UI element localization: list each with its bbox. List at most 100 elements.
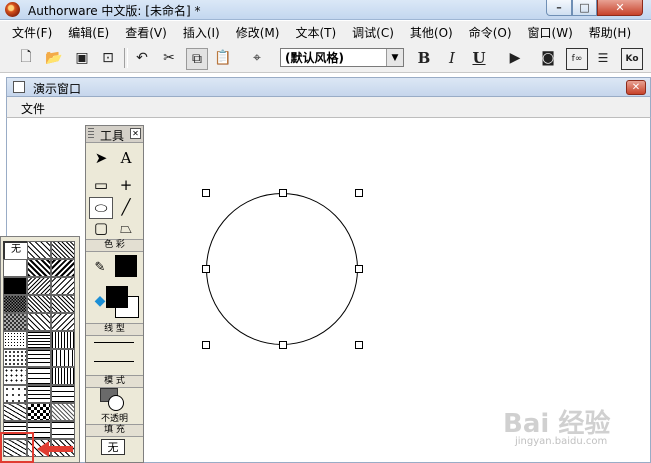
window-icon xyxy=(13,81,25,93)
run-icon[interactable]: ▶ xyxy=(505,48,525,68)
fill-pattern[interactable] xyxy=(51,277,75,295)
close-icon[interactable]: ✕ xyxy=(130,128,141,139)
control-panel-icon[interactable]: ◙ xyxy=(538,48,558,68)
selection-handle[interactable] xyxy=(355,265,363,273)
style-select[interactable]: (默认风格) ▼ xyxy=(280,48,404,67)
selection-handle[interactable] xyxy=(202,341,210,349)
fill-pattern[interactable] xyxy=(51,367,75,385)
fill-pattern[interactable] xyxy=(51,421,75,439)
chevron-down-icon[interactable]: ▼ xyxy=(386,49,403,66)
fill-pattern[interactable] xyxy=(27,295,51,313)
selection-handle[interactable] xyxy=(355,189,363,197)
cut-icon[interactable]: ✂ xyxy=(159,48,179,68)
fill-pattern[interactable] xyxy=(27,313,51,331)
presentation-menu-file[interactable]: 文件 xyxy=(21,100,45,117)
minimize-button[interactable]: – xyxy=(546,0,572,16)
fill-pattern[interactable] xyxy=(27,349,51,367)
fill-pattern[interactable] xyxy=(3,331,27,349)
fill-pattern[interactable] xyxy=(3,403,27,421)
fill-pattern[interactable] xyxy=(51,331,75,349)
fill-pattern[interactable] xyxy=(27,277,51,295)
fill-none[interactable]: 无 xyxy=(3,241,29,261)
menu-modify[interactable]: 修改(M) xyxy=(236,24,280,41)
fill-pattern[interactable] xyxy=(51,349,75,367)
pointer-tool-icon[interactable]: ➤ xyxy=(90,148,112,168)
fill-pattern[interactable] xyxy=(3,277,27,295)
drag-grip-icon[interactable] xyxy=(88,128,94,140)
knowledge-objects-button[interactable]: Ko xyxy=(621,48,643,70)
selected-circle[interactable] xyxy=(206,193,358,345)
menu-other[interactable]: 其他(O) xyxy=(410,24,453,41)
toolbar: 🗋 📂 ▣ ⊡ ↶ ✂ ⧉ 📋 ⌖ (默认风格) ▼ B I U ▶ ◙ f∞ … xyxy=(0,43,651,73)
fill-pattern[interactable] xyxy=(27,403,51,421)
foreground-color-swatch[interactable] xyxy=(106,286,128,308)
selection-handle[interactable] xyxy=(279,341,287,349)
fill-pattern[interactable] xyxy=(51,295,75,313)
close-icon[interactable]: ✕ xyxy=(626,80,646,95)
selection-handle[interactable] xyxy=(279,189,287,197)
fill-pattern[interactable] xyxy=(51,313,75,331)
menu-debug[interactable]: 调试(C) xyxy=(352,24,394,41)
selection-handle[interactable] xyxy=(202,265,210,273)
fill-pattern[interactable] xyxy=(51,241,75,259)
menu-insert[interactable]: 插入(I) xyxy=(183,24,220,41)
paste-icon[interactable]: 📋 xyxy=(213,48,233,68)
fill-pattern[interactable] xyxy=(51,403,75,421)
tools-palette-title: 工具 xyxy=(100,129,125,143)
save-all-icon[interactable]: ▣ xyxy=(72,48,92,68)
polygon-tool-icon[interactable]: ⏢ xyxy=(115,218,137,238)
line-style-medium[interactable] xyxy=(94,361,134,362)
menu-window[interactable]: 窗口(W) xyxy=(528,24,573,41)
fill-pattern[interactable] xyxy=(51,385,75,403)
fill-pattern[interactable] xyxy=(3,349,27,367)
mode-value[interactable]: 不透明 xyxy=(86,411,143,424)
menu-file[interactable]: 文件(F) xyxy=(12,24,52,41)
fill-pattern[interactable] xyxy=(3,295,27,313)
tools-palette: 工具 ✕ ➤ A ▭ + ⬭ ╱ ▢ ⏢ 色 彩 ✎ ◆ 线 型 模 式 不透明… xyxy=(85,125,144,463)
selection-handle[interactable] xyxy=(355,341,363,349)
menu-view[interactable]: 查看(V) xyxy=(125,24,167,41)
ellipse-tool-icon[interactable]: ⬭ xyxy=(89,197,113,219)
line-style-thin[interactable] xyxy=(94,342,134,343)
fill-pattern[interactable] xyxy=(27,385,51,403)
diagonal-line-tool-icon[interactable]: ╱ xyxy=(115,197,137,217)
window-title: Authorware 中文版: [未命名] * xyxy=(28,4,201,18)
fill-value[interactable]: 无 xyxy=(101,439,125,455)
line-tool-icon[interactable]: + xyxy=(115,175,137,195)
fill-pattern[interactable] xyxy=(3,367,27,385)
menu-help[interactable]: 帮助(H) xyxy=(589,24,631,41)
copy-icon[interactable]: ⧉ xyxy=(186,48,208,70)
new-file-icon[interactable]: 🗋 xyxy=(16,48,36,68)
open-file-icon[interactable]: 📂 xyxy=(44,48,64,68)
text-tool[interactable]: A xyxy=(115,148,137,168)
fill-pattern[interactable] xyxy=(27,241,51,259)
find-icon[interactable]: ⌖ xyxy=(247,48,267,68)
bold-button[interactable]: B xyxy=(414,48,434,68)
italic-button[interactable]: I xyxy=(442,48,462,68)
line-color-swatch[interactable] xyxy=(115,255,137,277)
fill-pattern[interactable] xyxy=(51,259,75,277)
watermark-logo: Bai 经验 xyxy=(503,409,611,439)
rounded-rectangle-tool-icon[interactable]: ▢ xyxy=(90,218,112,238)
menu-command[interactable]: 命令(O) xyxy=(469,24,512,41)
fill-pattern[interactable] xyxy=(3,313,27,331)
variables-icon[interactable]: ☰ xyxy=(593,48,613,68)
fill-pattern[interactable] xyxy=(3,385,27,403)
close-button[interactable]: ✕ xyxy=(597,0,643,16)
fill-pattern[interactable] xyxy=(3,259,27,277)
underline-button[interactable]: U xyxy=(469,48,489,68)
red-arrow-icon xyxy=(37,441,73,457)
functions-button[interactable]: f∞ xyxy=(566,48,588,70)
menu-text[interactable]: 文本(T) xyxy=(295,24,336,41)
fill-pattern[interactable] xyxy=(27,259,51,277)
fill-pattern[interactable] xyxy=(27,367,51,385)
import-icon[interactable]: ⊡ xyxy=(98,48,118,68)
fill-pattern[interactable] xyxy=(27,331,51,349)
undo-icon[interactable]: ↶ xyxy=(132,48,152,68)
menu-edit[interactable]: 编辑(E) xyxy=(68,24,109,41)
rectangle-tool-icon[interactable]: ▭ xyxy=(90,175,112,195)
presentation-window-title: 演示窗口 xyxy=(33,82,82,96)
fill-section-label: 填 充 xyxy=(86,424,143,437)
maximize-button[interactable]: □ xyxy=(572,0,597,16)
selection-handle[interactable] xyxy=(202,189,210,197)
